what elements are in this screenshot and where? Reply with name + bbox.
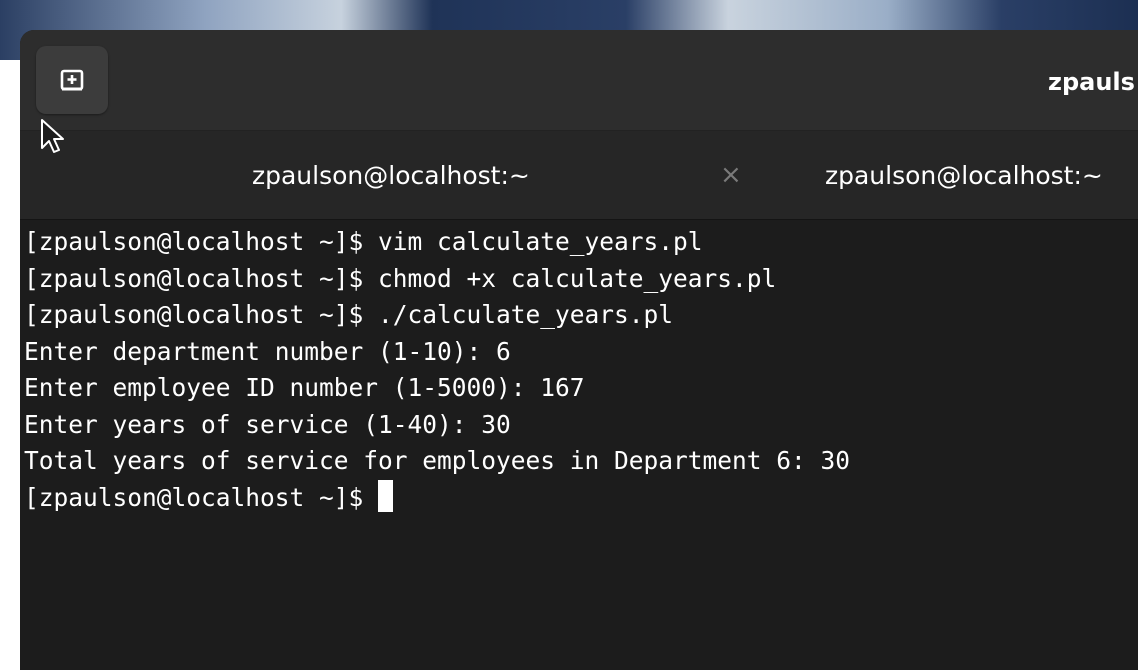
terminal-prompt-line: [zpaulson@localhost ~]$ [24,479,1138,517]
tab-terminal-1[interactable]: zpaulson@localhost:~ × [20,131,780,219]
text-cursor [378,479,394,512]
terminal-line: Total years of service for employees in … [24,446,851,475]
terminal-line: [zpaulson@localhost ~]$ chmod +x calcula… [24,263,777,293]
new-tab-button[interactable] [36,46,108,114]
close-icon[interactable]: × [720,160,742,190]
terminal-window: zpauls zpaulson@localhost:~ × zpaulson@l… [20,30,1138,670]
tab-label: zpaulson@localhost:~ [825,160,1103,190]
terminal-line: [zpaulson@localhost ~]$ ./calculate_year… [24,300,674,329]
tab-bar: zpaulson@localhost:~ × zpaulson@localhos… [20,131,1138,220]
terminal-line: [zpaulson@localhost ~]$ vim calculate_ye… [24,227,703,256]
terminal-prompt: [zpaulson@localhost ~]$ [24,482,379,512]
headerbar: zpauls [20,30,1138,131]
tab-terminal-2[interactable]: zpaulson@localhost:~ [825,131,1138,219]
terminal-line: Enter years of service (1-40): 30 [24,409,511,439]
window-title: zpauls [1048,68,1135,96]
terminal-line: Enter employee ID number (1-5000): 167 [24,373,585,402]
terminal-line: Enter department number (1-10): 6 [24,336,511,366]
tab-label: zpaulson@localhost:~ [252,160,530,190]
terminal-output[interactable]: [zpaulson@localhost ~]$ vim calculate_ye… [20,220,1138,670]
new-tab-icon [60,69,84,91]
